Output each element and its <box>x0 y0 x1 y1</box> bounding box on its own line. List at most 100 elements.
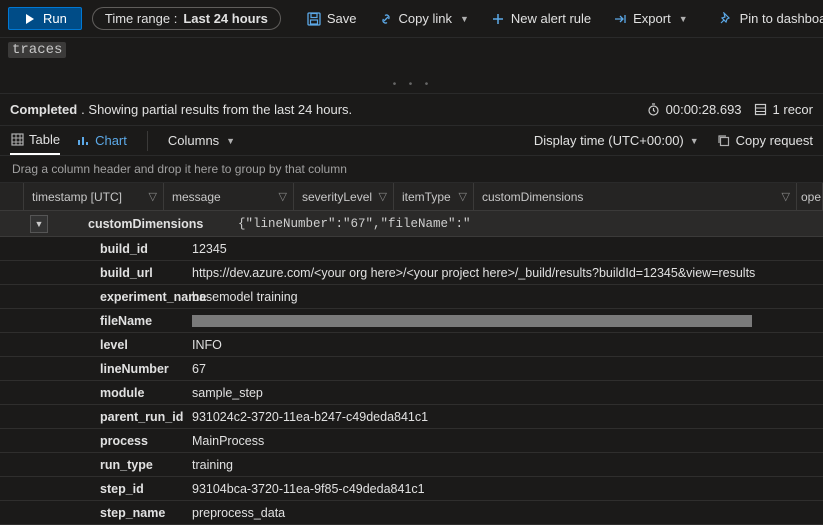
detail-value: basemodel training <box>192 290 823 304</box>
group-value: {"lineNumber":"67","fileName":" <box>238 217 471 231</box>
detail-value: 931024c2-3720-11ea-b247-c49deda841c1 <box>192 410 823 424</box>
separator <box>147 131 148 151</box>
expand-column <box>0 183 24 210</box>
detail-key: build_id <box>0 242 192 256</box>
detail-row: experiment_namebasemodel training <box>0 285 823 309</box>
detail-row: processMainProcess <box>0 429 823 453</box>
detail-row: run_typetraining <box>0 453 823 477</box>
pin-label: Pin to dashboard <box>740 11 823 26</box>
columns-button[interactable]: Columns ▼ <box>168 126 235 155</box>
detail-value: 93104bca-3720-11ea-9f85-c49deda841c1 <box>192 482 823 496</box>
details-container: build_id12345build_urlhttps://dev.azure.… <box>0 237 823 525</box>
export-button[interactable]: Export ▼ <box>603 7 698 30</box>
detail-row: build_urlhttps://dev.azure.com/<your org… <box>0 261 823 285</box>
detail-key: build_url <box>0 266 192 280</box>
detail-row: build_id12345 <box>0 237 823 261</box>
plus-icon <box>491 12 505 26</box>
detail-row: fileName <box>0 309 823 333</box>
chevron-down-icon: ▼ <box>460 14 469 24</box>
col-operation-label: ope <box>801 190 821 204</box>
floppy-icon <box>307 12 321 26</box>
col-severity-label: severityLevel <box>302 190 372 204</box>
pin-button[interactable]: Pin to dashboard <box>710 7 823 30</box>
detail-value: 12345 <box>192 242 823 256</box>
copy-icon <box>717 134 731 148</box>
group-key: customDimensions <box>88 217 208 231</box>
col-itemtype[interactable]: itemType ▽ <box>394 183 474 210</box>
detail-row: modulesample_step <box>0 381 823 405</box>
detail-value: sample_step <box>192 386 823 400</box>
records-icon <box>754 103 768 117</box>
save-label: Save <box>327 11 357 26</box>
results-tabs-bar: Table Chart Columns ▼ Display time (UTC+… <box>0 126 823 156</box>
link-icon <box>379 12 393 26</box>
display-time-label: Display time (UTC+00:00) <box>534 133 684 148</box>
query-toolbar: Run Time range : Last 24 hours Save Copy… <box>0 0 823 38</box>
time-range-prefix: Time range : <box>105 11 178 26</box>
tab-chart-label: Chart <box>95 133 127 148</box>
save-button[interactable]: Save <box>297 7 367 30</box>
detail-row: parent_run_id931024c2-3720-11ea-b247-c49… <box>0 405 823 429</box>
expanded-group-row[interactable]: ▼ customDimensions {"lineNumber":"67","f… <box>0 211 823 237</box>
records-count: 1 recor <box>773 102 813 117</box>
stopwatch-icon <box>647 103 661 117</box>
filter-icon[interactable]: ▽ <box>459 190 467 203</box>
chevron-down-icon: ▼ <box>679 14 688 24</box>
copy-request-label: Copy request <box>736 133 813 148</box>
detail-row: step_namepreprocess_data <box>0 501 823 525</box>
display-time-button[interactable]: Display time (UTC+00:00) ▼ <box>534 133 699 148</box>
tab-chart[interactable]: Chart <box>76 126 127 155</box>
detail-value: MainProcess <box>192 434 823 448</box>
detail-value <box>192 314 823 328</box>
detail-key: run_type <box>0 458 192 472</box>
tab-table[interactable]: Table <box>10 126 60 155</box>
chart-icon <box>76 134 90 148</box>
col-timestamp[interactable]: timestamp [UTC] ▽ <box>24 183 164 210</box>
run-label: Run <box>43 11 67 26</box>
time-range-button[interactable]: Time range : Last 24 hours <box>92 7 281 30</box>
detail-value: 67 <box>192 362 823 376</box>
play-icon <box>23 12 37 26</box>
detail-key: module <box>0 386 192 400</box>
resize-grip[interactable]: • • • <box>391 80 431 91</box>
group-by-hint[interactable]: Drag a column header and drop it here to… <box>0 156 823 183</box>
col-itemtype-label: itemType <box>402 190 451 204</box>
detail-row: step_id93104bca-3720-11ea-9f85-c49deda84… <box>0 477 823 501</box>
copy-link-label: Copy link <box>399 11 452 26</box>
status-bar: Completed . Showing partial results from… <box>0 94 823 126</box>
col-customdimensions[interactable]: customDimensions ▽ <box>474 183 797 210</box>
col-message[interactable]: message ▽ <box>164 183 294 210</box>
detail-row: lineNumber67 <box>0 357 823 381</box>
tab-table-label: Table <box>29 132 60 147</box>
detail-key: process <box>0 434 192 448</box>
grid-header: timestamp [UTC] ▽ message ▽ severityLeve… <box>0 183 823 211</box>
detail-key: lineNumber <box>0 362 192 376</box>
detail-value: training <box>192 458 823 472</box>
new-alert-label: New alert rule <box>511 11 591 26</box>
detail-key: fileName <box>0 314 192 328</box>
copy-request-button[interactable]: Copy request <box>717 133 813 148</box>
query-editor[interactable]: traces • • • <box>0 38 823 94</box>
col-message-label: message <box>172 190 221 204</box>
status-completed: Completed <box>10 102 77 117</box>
col-operation[interactable]: ope <box>797 183 823 210</box>
export-label: Export <box>633 11 671 26</box>
run-button[interactable]: Run <box>8 7 82 30</box>
filter-icon[interactable]: ▽ <box>379 190 387 203</box>
chevron-down-icon: ▼ <box>226 136 235 146</box>
copy-link-button[interactable]: Copy link ▼ <box>369 7 479 30</box>
filter-icon[interactable]: ▽ <box>279 190 287 203</box>
pin-icon <box>720 12 734 26</box>
col-severity[interactable]: severityLevel ▽ <box>294 183 394 210</box>
detail-value: https://dev.azure.com/<your org here>/<y… <box>192 266 823 280</box>
filter-icon[interactable]: ▽ <box>149 190 157 203</box>
collapse-toggle[interactable]: ▼ <box>30 215 48 233</box>
new-alert-button[interactable]: New alert rule <box>481 7 601 30</box>
export-icon <box>613 12 627 26</box>
filter-icon[interactable]: ▽ <box>782 190 790 203</box>
detail-row: levelINFO <box>0 333 823 357</box>
detail-key: level <box>0 338 192 352</box>
detail-key: experiment_name <box>0 290 192 304</box>
time-range-value: Last 24 hours <box>183 11 268 26</box>
status-partial: . Showing partial results from the last … <box>81 102 352 117</box>
